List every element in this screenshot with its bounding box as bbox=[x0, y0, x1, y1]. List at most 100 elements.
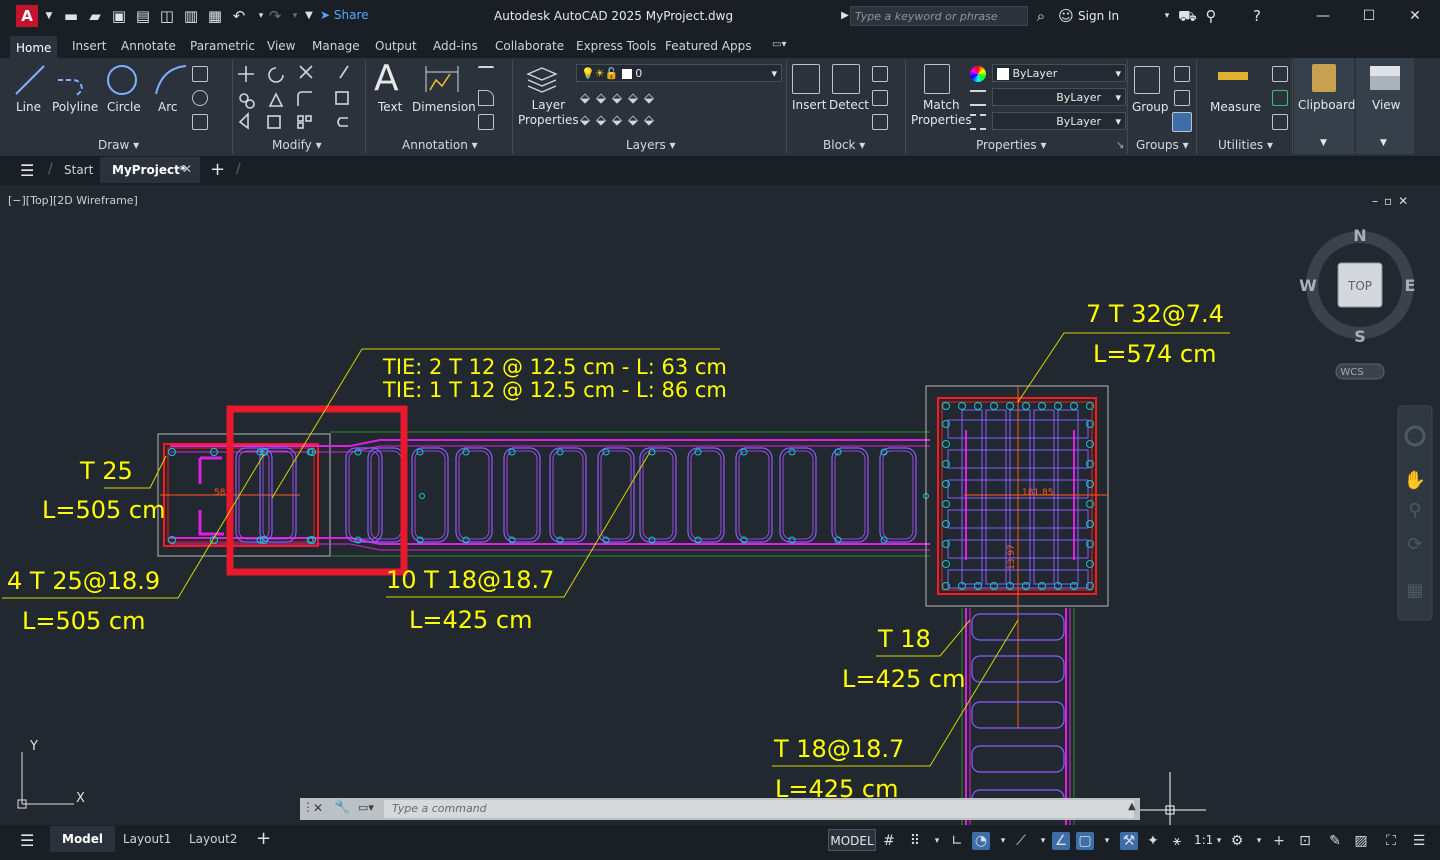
polyline-tool[interactable]: Polyline bbox=[52, 100, 98, 114]
tab-annotate[interactable]: Annotate bbox=[121, 39, 176, 53]
command-input[interactable]: Type a command bbox=[384, 800, 1134, 818]
ribbon-options-icon[interactable]: ▭▾ bbox=[772, 39, 786, 50]
utilities-panel-title[interactable]: Utilities ▾ bbox=[1218, 138, 1273, 152]
plot-icon[interactable]: ▦ bbox=[206, 7, 224, 25]
text-tool-icon[interactable]: A bbox=[374, 58, 399, 99]
ungroup-icon[interactable] bbox=[1174, 66, 1190, 82]
undo-icon[interactable]: ↶ bbox=[230, 7, 248, 25]
calculator-icon[interactable] bbox=[1272, 114, 1288, 130]
layers-panel-title[interactable]: Layers ▾ bbox=[626, 138, 676, 152]
tab-myproject[interactable]: MyProject* ✕ bbox=[100, 157, 200, 183]
zoom-icon[interactable]: ⚲ bbox=[1408, 500, 1421, 521]
tab-collaborate[interactable]: Collaborate bbox=[495, 39, 564, 53]
viewcube-north[interactable]: N bbox=[1353, 226, 1366, 245]
line-tool[interactable]: Line bbox=[16, 100, 41, 114]
help-icon[interactable]: ? bbox=[1248, 7, 1266, 25]
customize-command-icon[interactable]: 🔧 bbox=[334, 800, 350, 815]
ortho-icon[interactable]: ∟ bbox=[948, 832, 966, 850]
group-tool[interactable]: Group bbox=[1132, 100, 1169, 114]
app-menu-chevron-icon[interactable]: ▼ bbox=[40, 7, 58, 25]
tie-annotation-1[interactable]: TIE: 2 T 12 @ 12.5 cm - L: 63 cm bbox=[382, 355, 727, 379]
draw-panel-title[interactable]: Draw ▾ bbox=[98, 138, 139, 152]
tab-start[interactable]: Start bbox=[64, 163, 93, 177]
insert-tool[interactable]: Insert bbox=[792, 98, 826, 112]
dimension-tool[interactable]: Dimension bbox=[412, 100, 476, 114]
object-snap-icon[interactable]: ▢ bbox=[1076, 832, 1094, 850]
chevron-down-icon[interactable]: ▾ bbox=[994, 832, 1012, 850]
properties-panel-title[interactable]: Properties ▾ bbox=[976, 138, 1047, 152]
color-dropdown[interactable]: ByLayer ▾ bbox=[992, 64, 1126, 82]
measure-tool[interactable]: Measure bbox=[1210, 100, 1261, 114]
dimension-icon[interactable] bbox=[422, 64, 462, 94]
rebar-label-4t25[interactable]: 4 T 25@18.9 bbox=[7, 567, 160, 595]
open-web-icon[interactable]: ◫ bbox=[158, 7, 176, 25]
annotation-panel-title[interactable]: Annotation ▾ bbox=[402, 138, 478, 152]
tie-annotation-2[interactable]: TIE: 1 T 12 @ 12.5 cm - L: 86 cm bbox=[382, 378, 727, 402]
insert-block-icon[interactable] bbox=[792, 64, 820, 94]
save-as-icon[interactable]: ▤ bbox=[134, 7, 152, 25]
viewcube-west[interactable]: W bbox=[1299, 276, 1317, 295]
annotation-visibility-icon[interactable]: ⚒ bbox=[1120, 832, 1138, 850]
save-web-icon[interactable]: ▥ bbox=[182, 7, 200, 25]
search-icon[interactable]: ⌕ bbox=[1032, 7, 1050, 25]
chevron-down-icon[interactable]: ▾ bbox=[1250, 832, 1268, 850]
match-properties-tool[interactable]: Match Properties bbox=[911, 98, 972, 128]
group-selection-icon[interactable] bbox=[1172, 112, 1192, 132]
tab-parametric[interactable]: Parametric bbox=[190, 39, 255, 53]
match-properties-icon[interactable] bbox=[924, 64, 950, 94]
tab-layout2[interactable]: Layout2 bbox=[189, 832, 237, 846]
quick-properties-icon[interactable]: ✎ bbox=[1326, 832, 1344, 850]
create-block-icon[interactable] bbox=[872, 66, 888, 82]
object-snap-tracking-icon[interactable]: ∠ bbox=[1052, 832, 1070, 850]
tab-express-tools[interactable]: Express Tools bbox=[576, 39, 656, 53]
clipboard-button[interactable]: Clipboard ▼ bbox=[1294, 58, 1355, 154]
isodraft-icon[interactable]: ⟋ bbox=[1012, 832, 1030, 850]
tab-featured-apps[interactable]: Featured Apps bbox=[665, 39, 751, 53]
chevron-down-icon[interactable]: ▾ bbox=[1034, 832, 1052, 850]
layer-dropdown[interactable]: 💡☀🔓 0 ▾ bbox=[576, 64, 782, 82]
new-layout-icon[interactable]: + bbox=[256, 828, 271, 849]
tab-add-ins[interactable]: Add-ins bbox=[433, 39, 478, 53]
group-edit-icon[interactable] bbox=[1174, 90, 1190, 106]
tab-insert[interactable]: Insert bbox=[72, 39, 106, 53]
maximize-button[interactable]: ☐ bbox=[1354, 6, 1384, 26]
open-folder-icon[interactable]: ▰ bbox=[86, 7, 104, 25]
rebar-label-10t18[interactable]: 10 T 18@18.7 bbox=[386, 566, 554, 594]
save-icon[interactable]: ▣ bbox=[110, 7, 128, 25]
groups-panel-title[interactable]: Groups ▾ bbox=[1136, 138, 1189, 152]
hamburger-menu-icon[interactable]: ☰ bbox=[20, 161, 34, 180]
autocad-logo[interactable]: A bbox=[16, 5, 38, 27]
sign-in-button[interactable]: Sign In bbox=[1078, 9, 1119, 23]
group-icon[interactable] bbox=[1134, 66, 1160, 94]
tab-manage[interactable]: Manage bbox=[312, 39, 360, 53]
rebar-length-label[interactable]: L=425 cm bbox=[409, 606, 533, 634]
leader-icon[interactable] bbox=[478, 90, 494, 106]
navigation-bar[interactable]: ✋ ⚲ ⟳ ▦ bbox=[1397, 405, 1433, 621]
viewcube-top[interactable]: TOP bbox=[1347, 279, 1372, 293]
showmotion-icon[interactable]: ▦ bbox=[1406, 580, 1423, 601]
close-button[interactable]: ✕ bbox=[1400, 6, 1430, 26]
close-tab-icon[interactable]: ✕ bbox=[182, 162, 192, 176]
customization-menu-icon[interactable]: ☰ bbox=[1410, 832, 1428, 850]
close-command-icon[interactable]: ✕ bbox=[313, 801, 323, 815]
lineweight-dropdown[interactable]: ByLayer ▾ bbox=[992, 88, 1126, 106]
detect-tool[interactable]: Detect bbox=[829, 98, 869, 112]
rebar-length-label[interactable]: L=505 cm bbox=[42, 496, 166, 524]
rectangle-icon[interactable] bbox=[192, 66, 208, 82]
tab-layout1[interactable]: Layout1 bbox=[123, 832, 171, 846]
minimize-button[interactable]: — bbox=[1308, 6, 1338, 26]
rebar-length-label[interactable]: L=574 cm bbox=[1093, 340, 1217, 368]
ellipse-icon[interactable] bbox=[192, 90, 208, 106]
orbit-icon[interactable]: ⟳ bbox=[1407, 534, 1422, 555]
layer-properties-icon[interactable] bbox=[526, 64, 560, 94]
tab-view[interactable]: View bbox=[267, 39, 295, 53]
model-space-button[interactable]: MODEL bbox=[828, 829, 876, 851]
viewcube-east[interactable]: E bbox=[1405, 276, 1416, 295]
layer-properties-tool[interactable]: Layer Properties bbox=[518, 98, 579, 128]
tab-home[interactable]: Home bbox=[10, 36, 58, 58]
edit-block-icon[interactable] bbox=[872, 90, 888, 106]
hatch-icon[interactable] bbox=[192, 114, 208, 130]
layout-menu-icon[interactable]: ☰ bbox=[20, 831, 34, 850]
new-tab-icon[interactable]: + bbox=[210, 159, 225, 180]
sign-in-dropdown-icon[interactable]: ▾ bbox=[1158, 7, 1176, 25]
